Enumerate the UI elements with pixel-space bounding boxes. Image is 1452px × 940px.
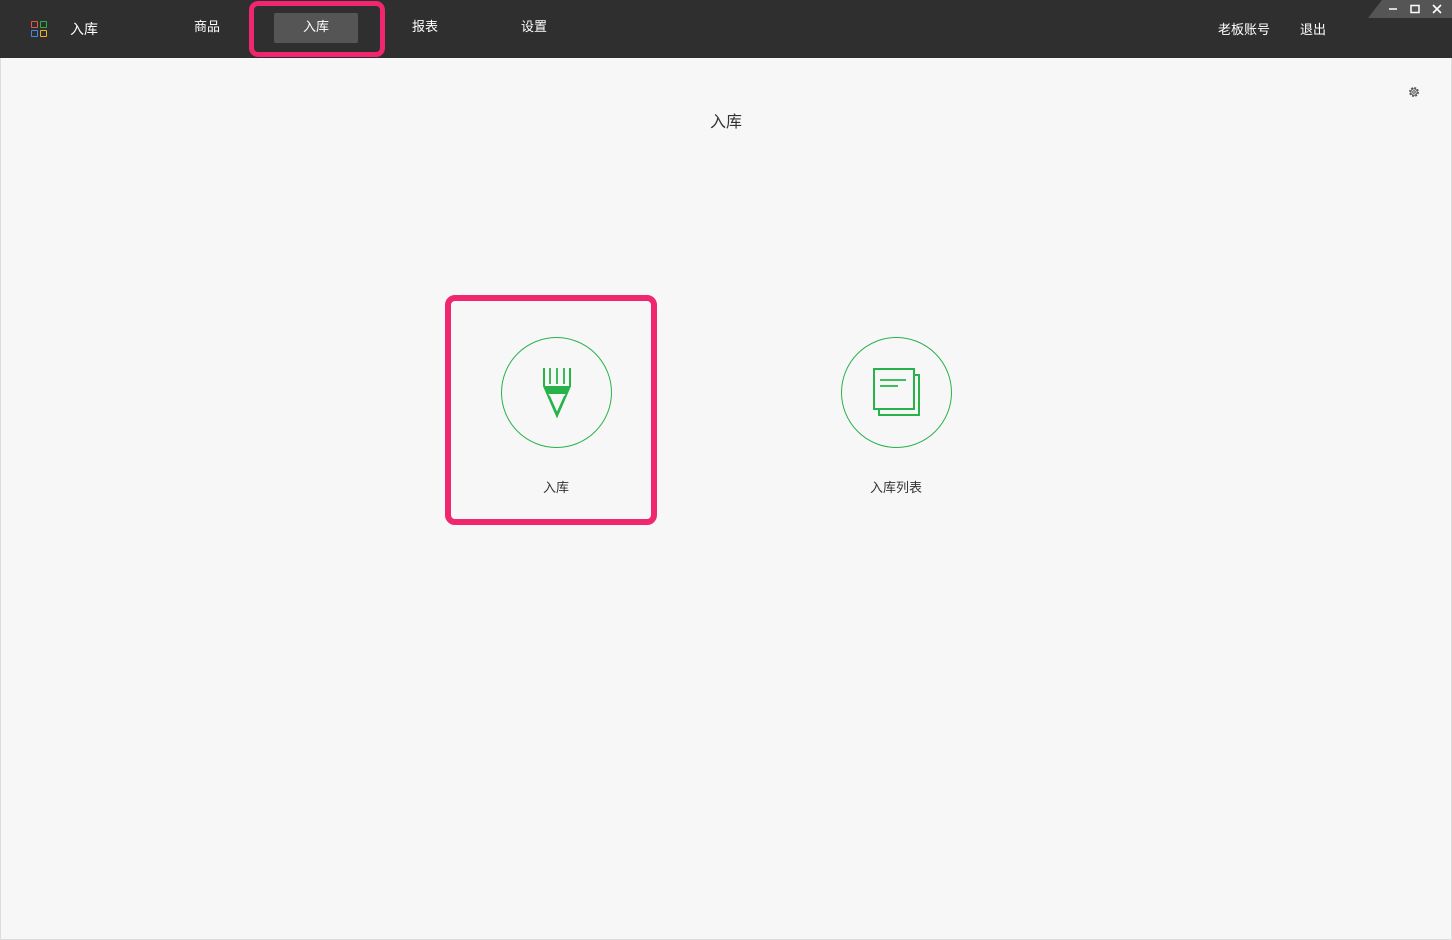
account-link[interactable]: 老板账号 [1218, 19, 1270, 38]
pen-icon [543, 368, 571, 419]
app-grid-icon[interactable] [31, 21, 48, 38]
tile-circle [841, 337, 952, 448]
logout-link[interactable]: 退出 [1300, 19, 1326, 38]
nav-item-reports[interactable]: 报表 [383, 13, 467, 43]
nav-item-products[interactable]: 商品 [165, 13, 249, 43]
nav-item-settings[interactable]: 设置 [492, 13, 576, 43]
close-icon[interactable] [1428, 0, 1446, 18]
window-controls [1368, 0, 1452, 18]
gear-icon[interactable] [1407, 84, 1421, 98]
top-bar: 入库 商品 入库 报表 设置 老板账号 退出 [0, 0, 1452, 58]
tile-circle [501, 337, 612, 448]
main-content [0, 58, 1452, 940]
nav-item-stock-in[interactable]: 入库 [274, 13, 358, 43]
tile-label: 入库列表 [869, 481, 922, 496]
minimize-icon[interactable] [1384, 0, 1402, 18]
tile-label: 入库 [542, 481, 569, 496]
app-name: 入库 [70, 22, 98, 38]
maximize-icon[interactable] [1406, 0, 1424, 18]
document-list-icon [873, 368, 920, 416]
tile-stock-in[interactable]: 入库 [486, 337, 626, 517]
tile-stock-in-list[interactable]: 入库列表 [826, 337, 966, 517]
page-title: 入库 [709, 112, 742, 131]
